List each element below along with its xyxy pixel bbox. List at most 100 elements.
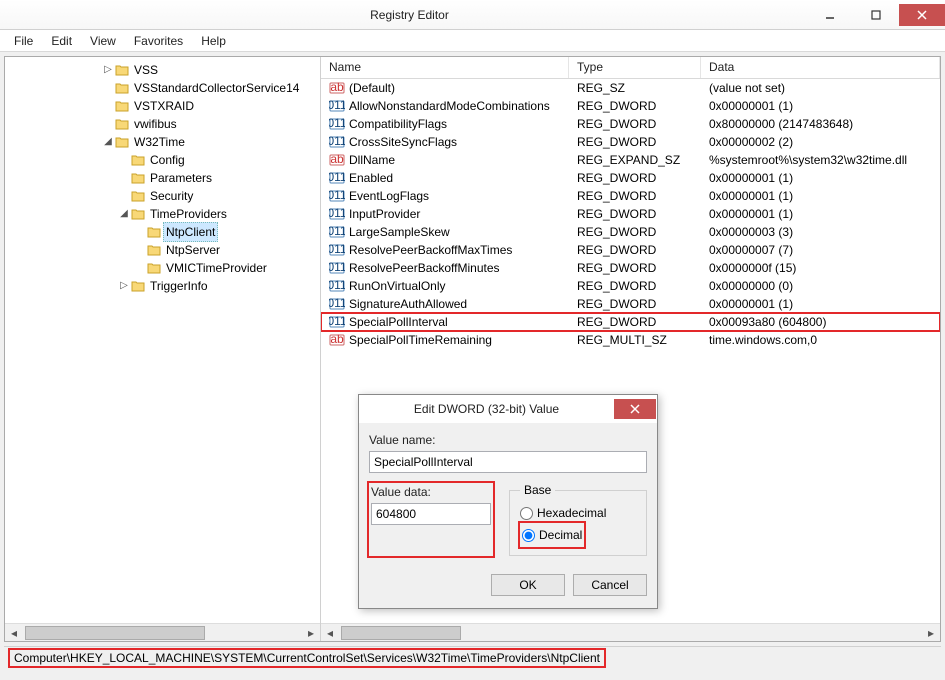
close-button[interactable]: [899, 4, 945, 26]
value-name: ResolvePeerBackoffMaxTimes: [349, 243, 512, 257]
radio-dec[interactable]: Decimal: [522, 525, 582, 545]
radio-hex[interactable]: Hexadecimal: [520, 503, 636, 523]
registry-value-row[interactable]: 011InputProviderREG_DWORD0x00000001 (1): [321, 205, 940, 223]
menu-edit[interactable]: Edit: [43, 32, 80, 50]
tree-node[interactable]: NtpServer: [5, 241, 320, 259]
svg-text:011: 011: [329, 170, 345, 184]
svg-text:ab: ab: [330, 80, 344, 94]
tree-node[interactable]: VSTXRAID: [5, 97, 320, 115]
scroll-thumb[interactable]: [341, 626, 461, 640]
expand-icon[interactable]: ◢: [101, 133, 115, 151]
registry-value-row[interactable]: 011CompatibilityFlagsREG_DWORD0x80000000…: [321, 115, 940, 133]
dialog-titlebar: Edit DWORD (32-bit) Value: [359, 395, 657, 423]
value-type: REG_DWORD: [569, 297, 701, 311]
registry-value-row[interactable]: 011ResolvePeerBackoffMaxTimesREG_DWORD0x…: [321, 241, 940, 259]
tree-label: NtpClient: [163, 222, 218, 242]
tree-node[interactable]: Parameters: [5, 169, 320, 187]
registry-value-row[interactable]: abSpecialPollTimeRemainingREG_MULTI_SZti…: [321, 331, 940, 349]
folder-icon: [131, 279, 147, 293]
folder-icon: [115, 117, 131, 131]
tree-node[interactable]: VMICTimeProvider: [5, 259, 320, 277]
tree-label: VSTXRAID: [131, 97, 194, 115]
tree-hscroll[interactable]: ◂ ▸: [5, 623, 320, 641]
value-icon: 011: [329, 260, 345, 276]
folder-icon: [147, 225, 163, 239]
statusbar: Computer\HKEY_LOCAL_MACHINE\SYSTEM\Curre…: [4, 646, 941, 668]
col-data[interactable]: Data: [701, 57, 940, 78]
scroll-left-icon[interactable]: ◂: [5, 624, 23, 642]
registry-value-row[interactable]: 011SpecialPollIntervalREG_DWORD0x00093a8…: [321, 313, 940, 331]
radio-dec-input[interactable]: [522, 529, 535, 542]
svg-text:011: 011: [329, 260, 345, 274]
value-icon: 011: [329, 116, 345, 132]
registry-value-row[interactable]: 011CrossSiteSyncFlagsREG_DWORD0x00000002…: [321, 133, 940, 151]
tree-node[interactable]: ◢ W32Time: [5, 133, 320, 151]
tree-label: Security: [147, 187, 193, 205]
menu-file[interactable]: File: [6, 32, 41, 50]
svg-text:011: 011: [329, 224, 345, 238]
scroll-thumb[interactable]: [25, 626, 205, 640]
menu-view[interactable]: View: [82, 32, 124, 50]
registry-value-row[interactable]: 011LargeSampleSkewREG_DWORD0x00000003 (3…: [321, 223, 940, 241]
radio-hex-label: Hexadecimal: [537, 506, 606, 520]
registry-value-row[interactable]: 011EnabledREG_DWORD0x00000001 (1): [321, 169, 940, 187]
menu-favorites[interactable]: Favorites: [126, 32, 191, 50]
registry-value-row[interactable]: 011SignatureAuthAllowedREG_DWORD0x000000…: [321, 295, 940, 313]
registry-value-row[interactable]: 011EventLogFlagsREG_DWORD0x00000001 (1): [321, 187, 940, 205]
registry-value-row[interactable]: 011AllowNonstandardModeCombinationsREG_D…: [321, 97, 940, 115]
tree-label: Parameters: [147, 169, 212, 187]
folder-icon: [115, 63, 131, 77]
tree-pane[interactable]: ▷VSSVSStandardCollectorService14VSTXRAID…: [5, 57, 321, 641]
value-type: REG_DWORD: [569, 135, 701, 149]
value-type: REG_DWORD: [569, 207, 701, 221]
registry-value-row[interactable]: abDllNameREG_EXPAND_SZ%systemroot%\syste…: [321, 151, 940, 169]
tree-node[interactable]: NtpClient: [5, 223, 320, 241]
value-icon: 011: [329, 242, 345, 258]
radio-hex-input[interactable]: [520, 507, 533, 520]
cancel-button[interactable]: Cancel: [573, 574, 647, 596]
minimize-button[interactable]: [807, 4, 853, 26]
titlebar: Registry Editor: [0, 0, 945, 30]
radio-dec-label: Decimal: [539, 528, 582, 542]
expand-icon[interactable]: ▷: [101, 61, 115, 79]
folder-icon: [115, 81, 131, 95]
expand-icon[interactable]: ▷: [117, 277, 131, 295]
tree-node[interactable]: vwifibus: [5, 115, 320, 133]
value-type: REG_MULTI_SZ: [569, 333, 701, 347]
menu-help[interactable]: Help: [193, 32, 234, 50]
list-hscroll[interactable]: ◂ ▸: [321, 623, 940, 641]
col-name[interactable]: Name: [321, 57, 569, 78]
value-type: REG_DWORD: [569, 171, 701, 185]
value-name: (Default): [349, 81, 395, 95]
value-icon: ab: [329, 152, 345, 168]
tree-label: W32Time: [131, 133, 185, 151]
tree-node[interactable]: ▷TriggerInfo: [5, 277, 320, 295]
scroll-left-icon[interactable]: ◂: [321, 624, 339, 642]
scroll-right-icon[interactable]: ▸: [922, 624, 940, 642]
ok-button[interactable]: OK: [491, 574, 565, 596]
tree-node[interactable]: ◢TimeProviders: [5, 205, 320, 223]
value-type: REG_DWORD: [569, 279, 701, 293]
tree-node[interactable]: VSStandardCollectorService14: [5, 79, 320, 97]
svg-text:ab: ab: [330, 152, 344, 166]
registry-value-row[interactable]: 011RunOnVirtualOnlyREG_DWORD0x00000000 (…: [321, 277, 940, 295]
col-type[interactable]: Type: [569, 57, 701, 78]
tree-node[interactable]: Security: [5, 187, 320, 205]
tree-node[interactable]: ▷VSS: [5, 61, 320, 79]
expand-icon[interactable]: ◢: [117, 205, 131, 223]
maximize-button[interactable]: [853, 4, 899, 26]
value-icon: 011: [329, 188, 345, 204]
registry-value-row[interactable]: 011ResolvePeerBackoffMinutesREG_DWORD0x0…: [321, 259, 940, 277]
value-icon: 011: [329, 98, 345, 114]
registry-value-row[interactable]: ab(Default)REG_SZ(value not set): [321, 79, 940, 97]
tree-node[interactable]: Config: [5, 151, 320, 169]
value-name: SpecialPollInterval: [349, 315, 448, 329]
value-data-input[interactable]: [371, 503, 491, 525]
scroll-right-icon[interactable]: ▸: [302, 624, 320, 642]
value-data: 0x00000002 (2): [701, 135, 940, 149]
value-data: 0x00000007 (7): [701, 243, 940, 257]
value-name: InputProvider: [349, 207, 420, 221]
dialog-close-button[interactable]: [614, 399, 656, 419]
value-type: REG_DWORD: [569, 99, 701, 113]
value-name: SignatureAuthAllowed: [349, 297, 467, 311]
